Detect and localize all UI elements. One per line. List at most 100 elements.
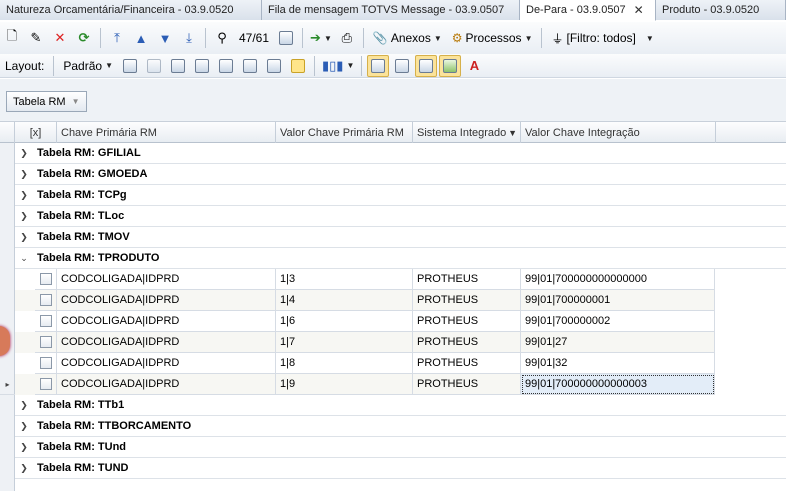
chevron-right-icon[interactable]: ❯ — [15, 463, 33, 474]
delete-button[interactable]: ✕ — [49, 27, 71, 49]
close-tab-icon[interactable]: ✕ — [634, 3, 644, 17]
group-row[interactable]: ❯ Tabela RM: TMOV — [15, 227, 786, 248]
chevron-right-icon[interactable]: ❯ — [15, 211, 33, 222]
group-row[interactable]: ❯ Tabela RM: TUnd — [15, 437, 786, 458]
table-row[interactable]: CODCOLIGADA|IDPRD 1|7 PROTHEUS 99|01|27 — [15, 332, 715, 353]
chevron-right-icon[interactable]: ❯ — [15, 148, 33, 159]
group-row[interactable]: ❯ Tabela RM: TTBORCAMENTO — [15, 416, 786, 437]
header-chave-primaria[interactable]: Chave Primária RM — [57, 122, 276, 143]
copy-layout-button[interactable] — [143, 55, 165, 77]
refresh-button[interactable]: ⟳ — [73, 27, 95, 49]
group-panel-toggle[interactable] — [367, 54, 390, 77]
folder-button[interactable] — [287, 55, 309, 77]
previous-record-button[interactable]: ▲ — [130, 27, 152, 49]
chevron-down-icon[interactable]: ⌄ — [15, 253, 33, 264]
row-checkbox[interactable] — [39, 273, 52, 285]
cell-sistema[interactable]: PROTHEUS — [413, 332, 521, 353]
cell-integracao[interactable]: 99|01|700000002 — [521, 311, 715, 332]
cell-valor[interactable]: 1|3 — [276, 269, 413, 290]
group-row[interactable]: ❯ Tabela RM: TLoc — [15, 206, 786, 227]
cell-sistema[interactable]: PROTHEUS — [413, 290, 521, 311]
header-valor-chave[interactable]: Valor Chave Primária RM — [276, 122, 413, 143]
row-checkbox[interactable] — [39, 294, 52, 306]
group-row[interactable]: ❯ Tabela RM: TTb1 — [15, 395, 786, 416]
edit-button[interactable]: ✎ — [25, 27, 47, 49]
font-button[interactable]: A — [463, 55, 485, 77]
row-checkbox[interactable] — [39, 357, 52, 369]
cell-integracao-focused[interactable]: 99|01|700000000000003 — [521, 374, 715, 395]
auto-filter-toggle[interactable] — [391, 55, 413, 77]
first-record-button[interactable]: ⤒ — [106, 27, 128, 49]
row-checkbox[interactable] — [39, 336, 52, 348]
cell-sistema[interactable]: PROTHEUS — [413, 353, 521, 374]
table-row-selected[interactable]: CODCOLIGADA|IDPRD 1|9 PROTHEUS 99|01|700… — [15, 374, 715, 395]
export-dropdown-button[interactable]: ➔ ▼ — [308, 27, 334, 49]
cell-integracao[interactable]: 99|01|700000000000000 — [521, 269, 715, 290]
tab-de-para[interactable]: De-Para - 03.9.0507 ✕ — [520, 0, 656, 21]
attachments-button[interactable]: 📎 Anexos ▼ — [369, 27, 446, 49]
sort-filter-icon[interactable]: ▼ — [72, 97, 80, 106]
import-layout-button[interactable] — [191, 55, 213, 77]
chevron-right-icon[interactable]: ❯ — [15, 169, 33, 180]
cell-sistema[interactable]: PROTHEUS — [413, 269, 521, 290]
cell-chave[interactable]: CODCOLIGADA|IDPRD — [57, 269, 276, 290]
cell-valor[interactable]: 1|8 — [276, 353, 413, 374]
chevron-right-icon[interactable]: ❯ — [15, 190, 33, 201]
tab-natureza[interactable]: Natureza Orcamentária/Financeira - 03.9.… — [0, 0, 262, 20]
table-row[interactable]: CODCOLIGADA|IDPRD 1|3 PROTHEUS 99|01|700… — [15, 269, 715, 290]
cell-integracao[interactable]: 99|01|700000001 — [521, 290, 715, 311]
layout-select[interactable]: Padrão ▼ — [59, 55, 117, 77]
footer-toggle[interactable] — [415, 54, 438, 77]
group-row[interactable]: ❯ Tabela RM: GFILIAL — [15, 143, 786, 164]
cell-sistema[interactable]: PROTHEUS — [413, 311, 521, 332]
row-checkbox[interactable] — [39, 315, 52, 327]
home-layout-button[interactable] — [215, 55, 237, 77]
cell-valor[interactable]: 1|7 — [276, 332, 413, 353]
next-record-button[interactable]: ▼ — [154, 27, 176, 49]
header-valor-integracao[interactable]: Valor Chave Integração — [521, 122, 716, 143]
group-row-expanded[interactable]: ⌄ Tabela RM: TPRODUTO — [15, 248, 786, 269]
cell-chave[interactable]: CODCOLIGADA|IDPRD — [57, 353, 276, 374]
header-select-column[interactable]: [x] — [15, 122, 57, 143]
cell-integracao[interactable]: 99|01|32 — [521, 353, 715, 374]
group-row[interactable]: ❯ Tabela RM: TUND — [15, 458, 786, 479]
group-row[interactable]: ❯ Tabela RM: TCPg — [15, 185, 786, 206]
cell-valor[interactable]: 1|6 — [276, 311, 413, 332]
grid-columns-button[interactable] — [167, 55, 189, 77]
filter-funnel-icon[interactable]: ▼ — [508, 128, 517, 138]
chevron-right-icon[interactable]: ❯ — [15, 232, 33, 243]
processes-button[interactable]: ⚙ Processos ▼ — [448, 27, 537, 49]
cell-valor[interactable]: 1|9 — [276, 374, 413, 395]
chart-dropdown-button[interactable]: ▮▯▮ ▼ — [320, 55, 356, 77]
save-layout-button[interactable] — [119, 55, 141, 77]
print-button[interactable]: ⎙ — [336, 27, 358, 49]
print-grid-button[interactable] — [239, 55, 261, 77]
header-sistema-integrado[interactable]: Sistema Integrado ▼ — [413, 122, 521, 143]
group-chip-tabela-rm[interactable]: Tabela RM ▼ — [6, 91, 87, 112]
table-row[interactable]: CODCOLIGADA|IDPRD 1|8 PROTHEUS 99|01|32 — [15, 353, 715, 374]
chevron-right-icon[interactable]: ❯ — [15, 400, 33, 411]
table-row[interactable]: CODCOLIGADA|IDPRD 1|6 PROTHEUS 99|01|700… — [15, 311, 715, 332]
export-grid-button[interactable] — [263, 55, 285, 77]
cell-chave[interactable]: CODCOLIGADA|IDPRD — [57, 332, 276, 353]
row-checkbox[interactable] — [39, 378, 52, 390]
new-button[interactable]: 🗋 — [1, 27, 23, 49]
last-record-button[interactable]: ⤓ — [178, 27, 200, 49]
tab-produto[interactable]: Produto - 03.9.0520 — [656, 0, 786, 20]
calendar-button[interactable] — [275, 27, 297, 49]
chevron-right-icon[interactable]: ❯ — [15, 442, 33, 453]
filter-button[interactable]: ⏚ [Filtro: todos] ▼ — [547, 27, 657, 49]
cell-integracao[interactable]: 99|01|27 — [521, 332, 715, 353]
cell-chave[interactable]: CODCOLIGADA|IDPRD — [57, 311, 276, 332]
group-row[interactable]: ❯ Tabela RM: GMOEDA — [15, 164, 786, 185]
cell-valor[interactable]: 1|4 — [276, 290, 413, 311]
cell-chave[interactable]: CODCOLIGADA|IDPRD — [57, 374, 276, 395]
search-button[interactable]: ⚲ — [211, 27, 233, 49]
preview-toggle[interactable] — [439, 54, 462, 77]
table-row[interactable]: CODCOLIGADA|IDPRD 1|4 PROTHEUS 99|01|700… — [15, 290, 715, 311]
cell-sistema[interactable]: PROTHEUS — [413, 374, 521, 395]
tab-fila-mensagem[interactable]: Fila de mensagem TOTVS Message - 03.9.05… — [262, 0, 520, 20]
print-grid-icon — [243, 58, 257, 73]
cell-chave[interactable]: CODCOLIGADA|IDPRD — [57, 290, 276, 311]
chevron-right-icon[interactable]: ❯ — [15, 421, 33, 432]
